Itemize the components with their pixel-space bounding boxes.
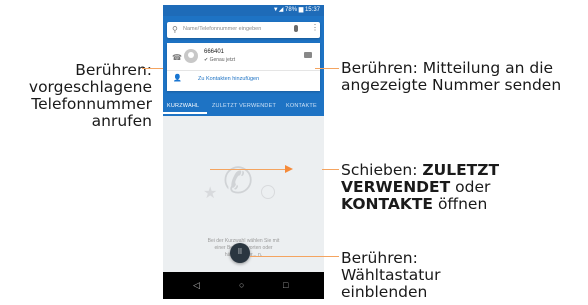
message-icon[interactable] <box>304 52 312 58</box>
callout-line: Berühren: Mitteilung an die <box>341 59 554 77</box>
add-contact-link[interactable]: Zu Kontakten hinzufügen <box>198 76 259 82</box>
callout-line: Berühren: <box>341 249 418 267</box>
callout-bold: VERWENDET <box>341 178 451 196</box>
star-icon: ★ <box>203 185 218 202</box>
callout-show-dialpad: Berühren: Wähltastatur einblenden <box>341 250 588 301</box>
connector-line <box>210 169 286 170</box>
callout-bold: KONTAKTE <box>341 195 434 213</box>
connector-line <box>322 169 339 170</box>
suggested-call-card: ☎ 666401 ✔ Genau jetzt 👤 Zu Kontakten hi… <box>167 43 320 91</box>
callout-text: Schieben: <box>341 161 423 179</box>
callout-line: einblenden <box>341 283 428 301</box>
callout-line: VERWENDET oder <box>341 179 588 196</box>
callout-line: anrufen <box>91 112 152 130</box>
call-time: ✔ Genau jetzt <box>204 57 236 63</box>
callout-line: KONTAKTE öffnen <box>341 196 588 213</box>
search-input[interactable]: Name/Telefonnummer eingeben <box>183 26 261 32</box>
callout-bold: ZULETZT <box>422 161 500 179</box>
call-icon[interactable]: ☎ <box>172 53 182 62</box>
avatar <box>184 49 198 63</box>
callout-line: vorgeschlagene <box>28 78 152 96</box>
callout-line: angezeigte Nummer senden <box>341 76 562 94</box>
recents-button[interactable]: □ <box>283 280 288 290</box>
callout-swipe-tabs: Schieben: ZULETZT VERWENDET oder KONTAKT… <box>341 162 588 213</box>
home-button[interactable]: ○ <box>239 280 244 290</box>
search-bar[interactable]: ⚲ Name/Telefonnummer eingeben ⋮ <box>167 22 320 38</box>
callout-call-number: Berühren: vorgeschlagene Telefonnummer a… <box>0 62 152 130</box>
more-options-icon[interactable]: ⋮ <box>311 24 319 32</box>
speed-dial-illustration: ★ ✆ <box>203 163 283 227</box>
dialpad-icon: ⠿ <box>237 249 243 256</box>
add-contact-icon: 👤 <box>173 75 182 82</box>
divider <box>167 70 320 71</box>
callout-text: oder <box>450 178 491 196</box>
clock-icon <box>261 185 275 199</box>
phone-number[interactable]: 666401 <box>204 49 224 55</box>
status-bar: ▼◢ 78% ▆ 15:37 <box>163 5 324 16</box>
callout-send-message: Berühren: Mitteilung an die angezeigte N… <box>341 60 588 94</box>
dialpad-button[interactable]: ⠿ <box>230 243 250 263</box>
connector-line <box>250 256 339 257</box>
callout-line: Berühren: <box>75 61 152 79</box>
search-icon: ⚲ <box>172 25 178 34</box>
callout-line: Schieben: ZULETZT <box>341 162 588 179</box>
tab-recent[interactable]: ZULETZT VERWENDET <box>212 98 276 114</box>
navigation-bar: ◁ ○ □ <box>163 272 324 299</box>
callout-line: Telefonnummer <box>31 95 152 113</box>
tab-indicator <box>163 112 207 114</box>
back-button[interactable]: ◁ <box>193 280 200 291</box>
callout-text: öffnen <box>433 195 488 213</box>
callout-line: Wähltastatur <box>341 266 441 284</box>
connector-line <box>315 68 339 69</box>
swipe-arrow-icon <box>285 165 293 173</box>
tab-contacts[interactable]: KONTAKTE <box>286 98 317 114</box>
phone-screen: ▼◢ 78% ▆ 15:37 ⚲ Name/Telefonnummer eing… <box>163 5 324 299</box>
mic-icon[interactable] <box>294 25 298 32</box>
